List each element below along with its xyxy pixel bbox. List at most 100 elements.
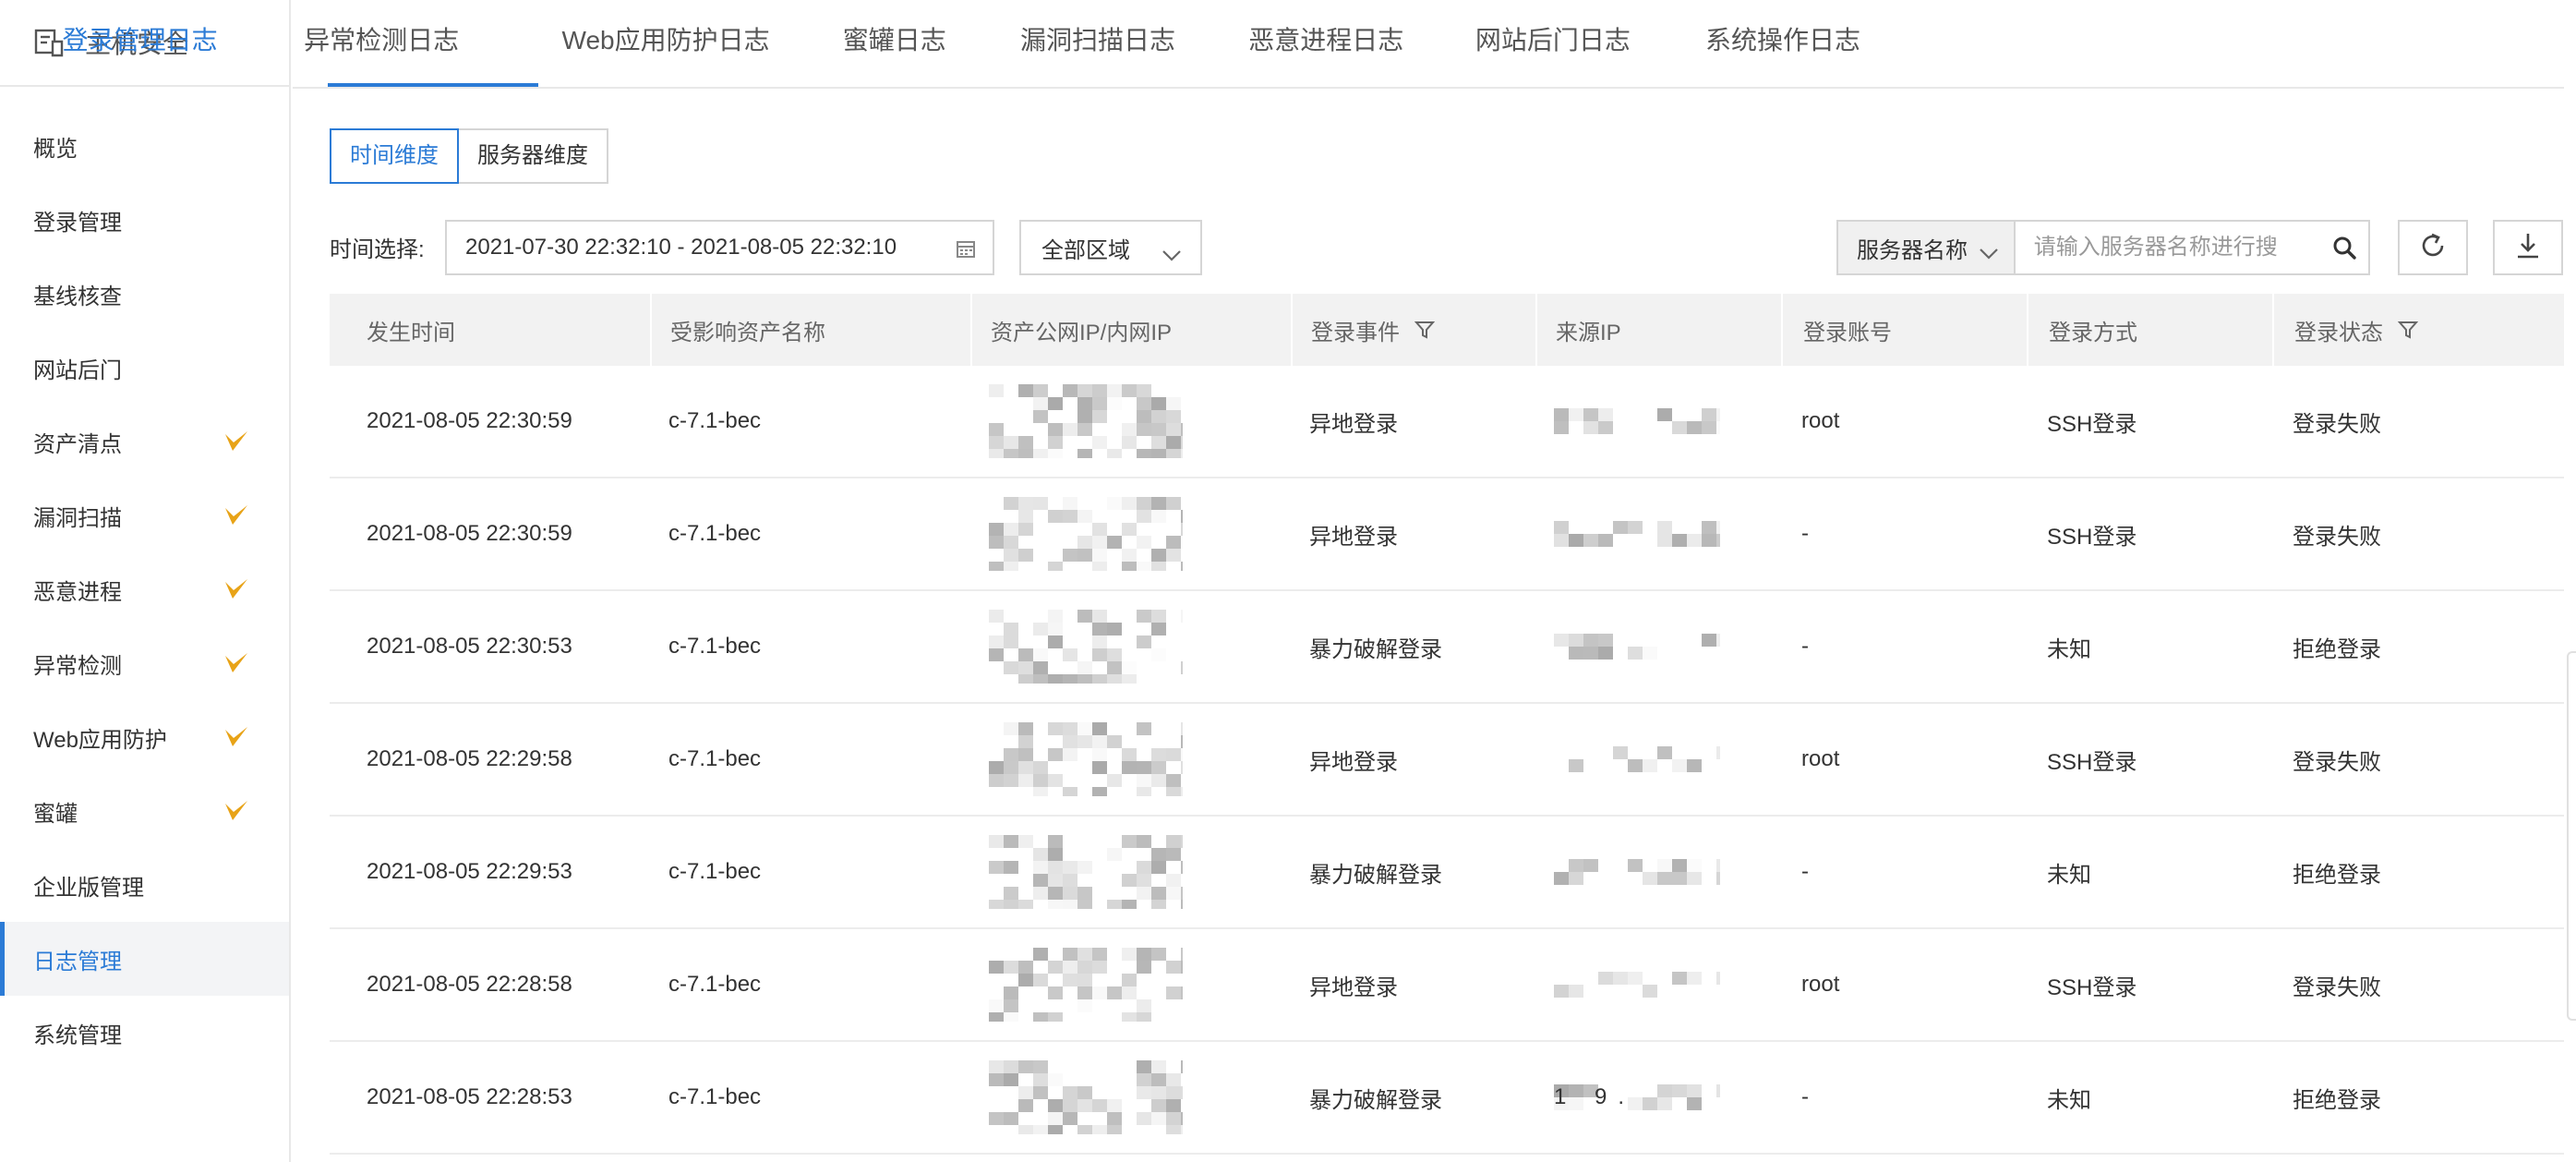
search-field-select[interactable]: 服务器名称 — [1838, 222, 2016, 273]
filter-icon[interactable] — [2397, 320, 2419, 340]
sidebar-item-11[interactable]: 日志管理 — [0, 922, 289, 996]
column-header[interactable]: 登录事件 — [1291, 294, 1535, 366]
table-row[interactable]: 2021-08-05 22:30:59 c-7.1-bec 异地登录 - SSH登录 登录… — [330, 478, 2564, 591]
cell-text: 暴力破解登录 — [1309, 862, 1442, 888]
sidebar-item-label: 系统管理 — [33, 1023, 122, 1048]
cell-text: - — [1801, 521, 1809, 546]
cell-text: c-7.1-bec — [668, 634, 762, 659]
sidebar-item-label: 漏洞扫描 — [33, 505, 122, 531]
table-cell-account: - — [1781, 478, 2027, 589]
column-header: 登录账号 — [1781, 294, 2027, 366]
sidebar-item-3[interactable]: 网站后门 — [0, 331, 289, 405]
region-select[interactable]: 全部区域 — [1019, 220, 1202, 275]
table-row[interactable]: 2021-08-05 22:28:53 c-7.1-bec 暴力破解登录 1 9. - 未… — [330, 1042, 2564, 1155]
table-cell-time: 2021-08-05 22:28:58 — [330, 929, 650, 1040]
asset-ip-cell-redacted — [970, 704, 1291, 815]
cell-text: SSH登录 — [2047, 411, 2137, 437]
table-row[interactable]: 2021-08-05 22:29:58 c-7.1-bec 异地登录 root SSH登… — [330, 704, 2564, 817]
scroll-handle[interactable] — [2567, 651, 2576, 1021]
column-header: 资产公网IP/内网IP — [970, 294, 1291, 366]
download-button[interactable] — [2493, 220, 2563, 275]
tab-6[interactable]: 网站后门日志 — [1475, 20, 1631, 57]
table-cell-account: root — [1781, 929, 2027, 1040]
table-cell-time: 2021-08-05 22:30:59 — [330, 478, 650, 589]
table-row[interactable]: 2021-08-05 22:30:59 c-7.1-bec 异地登录 root SSH登… — [330, 366, 2564, 478]
sidebar-item-label: 基线核查 — [33, 284, 122, 309]
table-cell-time: 2021-08-05 22:28:53 — [330, 1042, 650, 1153]
sidebar-item-12[interactable]: 系统管理 — [0, 996, 289, 1070]
column-header-label: 登录状态 — [2294, 320, 2383, 345]
refresh-button[interactable] — [2398, 220, 2468, 275]
table-cell-account: - — [1781, 817, 2027, 927]
server-search-input[interactable] — [2015, 222, 2320, 273]
sidebar-item-8[interactable]: Web应用防护 — [0, 700, 289, 774]
sidebar-item-4[interactable]: 资产清点 — [0, 405, 289, 478]
cell-text: 拒绝登录 — [2293, 1087, 2381, 1113]
sidebar-item-0[interactable]: 概览 — [0, 109, 289, 183]
cell-text: SSH登录 — [2047, 749, 2137, 775]
table-cell-time: 2021-08-05 22:29:53 — [330, 817, 650, 927]
cell-text: root — [1801, 972, 1840, 997]
redacted-ip — [989, 722, 1183, 796]
tab-5[interactable]: 恶意进程日志 — [1248, 20, 1403, 57]
sidebar-item-9[interactable]: 蜜罐 — [0, 774, 289, 848]
redacted-ip — [989, 497, 1183, 571]
sidebar-item-1[interactable]: 登录管理 — [0, 183, 289, 257]
table-cell-status: 拒绝登录 — [2272, 817, 2564, 927]
table-row[interactable]: 2021-08-05 22:28:58 c-7.1-bec 异地登录 root SSH登… — [330, 929, 2564, 1042]
sidebar-item-label: 蜜罐 — [33, 801, 78, 827]
column-header-label: 登录方式 — [2049, 320, 2137, 345]
sidebar-item-7[interactable]: 异常检测 — [0, 626, 289, 700]
cell-text: 登录失败 — [2293, 749, 2381, 775]
tab-7[interactable]: 系统操作日志 — [1705, 20, 1860, 57]
column-header[interactable]: 登录状态 — [2272, 294, 2564, 366]
asset-ip-cell-redacted — [970, 591, 1291, 702]
table-row[interactable]: 2021-08-05 22:29:53 c-7.1-bec 暴力破解登录 - 未知 拒绝登… — [330, 817, 2564, 929]
cell-text: c-7.1-bec — [668, 859, 762, 884]
sidebar-item-label: 企业版管理 — [33, 875, 144, 901]
cell-text: - — [1801, 634, 1809, 659]
cell-text: root — [1801, 746, 1840, 771]
cell-text: 2021-08-05 22:30:59 — [367, 408, 572, 433]
cell-text: 登录失败 — [2293, 974, 2381, 1000]
chevron-down-icon — [1162, 243, 1182, 261]
date-range-value: 2021-07-30 22:32:10 - 2021-08-05 22:32:1… — [465, 235, 897, 260]
tab-0[interactable]: 登录管理日志 — [63, 20, 218, 57]
sidebar-item-5[interactable]: 漏洞扫描 — [0, 478, 289, 552]
tab-3[interactable]: 蜜罐日志 — [843, 20, 946, 57]
filter-icon[interactable] — [1414, 320, 1436, 340]
column-header: 来源IP — [1535, 294, 1781, 366]
sidebar-item-label: 日志管理 — [33, 949, 122, 974]
sidebar-item-6[interactable]: 恶意进程 — [0, 552, 289, 626]
cell-text: 2021-08-05 22:28:53 — [367, 1084, 572, 1109]
redacted-ip — [1554, 859, 1720, 885]
sidebar: 主机安全 概览 登录管理 基线核查 网站后门 资产清点 漏洞扫描 恶意进程 异常检测 Web应用… — [0, 0, 291, 1162]
date-range-picker[interactable]: 2021-07-30 22:32:10 - 2021-08-05 22:32:1… — [445, 220, 994, 275]
cell-text: c-7.1-bec — [668, 1084, 762, 1109]
source-ip-cell — [1535, 704, 1781, 815]
v-badge-icon — [223, 651, 250, 675]
cell-text: - — [1801, 1084, 1809, 1109]
tab-1[interactable]: 异常检测日志 — [304, 20, 459, 57]
search-icon[interactable] — [2320, 222, 2368, 273]
redacted-ip — [989, 948, 1183, 1022]
table-cell-event: 异地登录 — [1291, 478, 1535, 589]
table-cell-status: 登录失败 — [2272, 704, 2564, 815]
time-dimension-button[interactable]: 时间维度 — [330, 128, 459, 184]
v-badge-icon — [223, 503, 250, 527]
table-cell-account: root — [1781, 366, 2027, 477]
host-security-icon — [33, 27, 65, 58]
download-icon — [2512, 230, 2544, 266]
sidebar-item-10[interactable]: 企业版管理 — [0, 848, 289, 922]
table-cell-method: SSH登录 — [2027, 366, 2272, 477]
server-dimension-button[interactable]: 服务器维度 — [459, 128, 608, 184]
source-ip-cell — [1535, 929, 1781, 1040]
tab-4[interactable]: 漏洞扫描日志 — [1020, 20, 1175, 57]
cell-text: 暴力破解登录 — [1309, 636, 1442, 662]
table-row[interactable]: 2021-08-05 22:30:53 c-7.1-bec 暴力破解登录 - 未知 拒绝登… — [330, 591, 2564, 704]
sidebar-item-2[interactable]: 基线核查 — [0, 257, 289, 331]
table-cell-status: 登录失败 — [2272, 366, 2564, 477]
column-header-label: 发生时间 — [367, 320, 455, 345]
tab-2[interactable]: Web应用防护日志 — [562, 20, 770, 57]
redacted-ip — [1554, 634, 1720, 660]
